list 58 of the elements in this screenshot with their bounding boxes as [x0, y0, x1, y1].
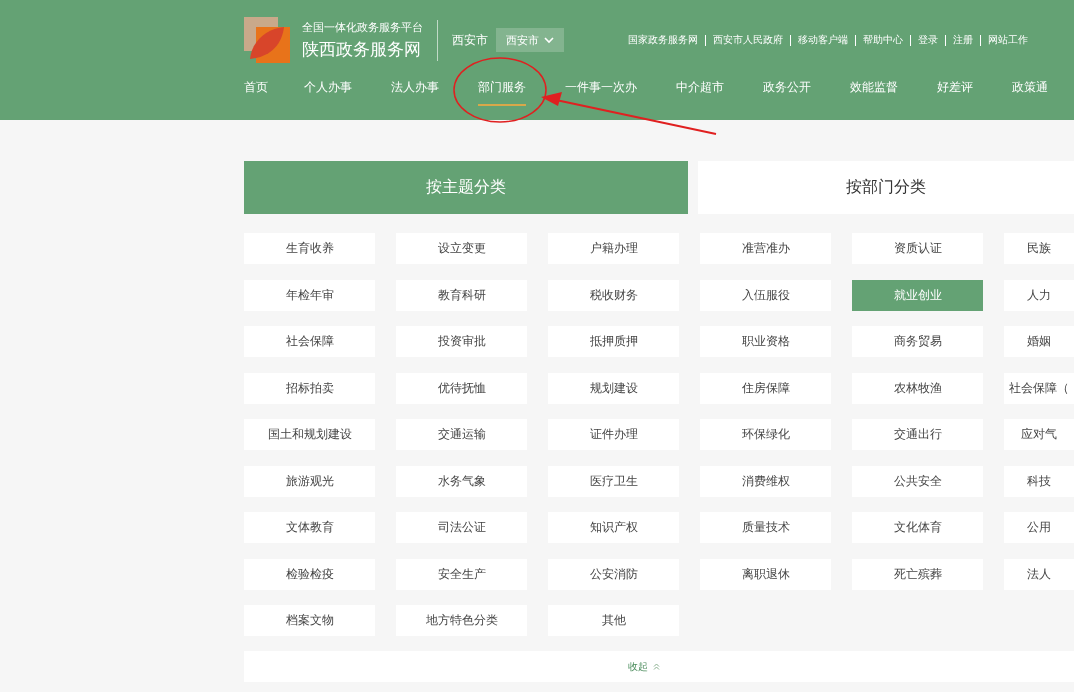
category-item[interactable]: 检验检疫: [244, 558, 375, 590]
category-item[interactable]: 质量技术: [700, 512, 831, 543]
category-item[interactable]: 水务气象: [396, 465, 527, 497]
category-item[interactable]: 婚姻: [1004, 326, 1074, 357]
category-item[interactable]: 住房保障: [700, 372, 831, 404]
site-name: 陕西政务服务网: [302, 37, 422, 61]
category-item[interactable]: 旅游观光: [244, 465, 375, 497]
collapse-button[interactable]: 收起: [622, 658, 666, 675]
category-item[interactable]: 其他: [548, 605, 679, 636]
category-item[interactable]: 司法公证: [396, 512, 527, 543]
category-item[interactable]: 职业资格: [700, 326, 831, 357]
category-item[interactable]: 生育收养: [244, 233, 375, 264]
category-item[interactable]: 年检年审: [244, 279, 375, 311]
city-label: 西安市: [452, 31, 488, 49]
logo-icon: [244, 17, 290, 63]
category-item[interactable]: 招标拍卖: [244, 372, 375, 404]
caret-icon: [544, 36, 554, 44]
category-item[interactable]: 地方特色分类: [396, 605, 527, 636]
category-item[interactable]: 档案文物: [244, 605, 375, 636]
category-item[interactable]: 公用: [1004, 512, 1074, 543]
category-item[interactable]: 科技: [1004, 465, 1074, 497]
category-tab[interactable]: 按部门分类: [698, 161, 1074, 214]
category-item[interactable]: 投资审批: [396, 326, 527, 357]
category-item[interactable]: 证件办理: [548, 419, 679, 450]
platform-name: 全国一体化政务服务平台: [302, 19, 423, 35]
category-item[interactable]: 社会保障（: [1004, 372, 1074, 404]
chevron-up-icon: [653, 663, 660, 670]
category-item[interactable]: 交通出行: [852, 419, 983, 450]
category-item[interactable]: 农林牧渔: [852, 372, 983, 404]
category-item[interactable]: 医疗卫生: [548, 465, 679, 497]
category-item[interactable]: 设立变更: [396, 233, 527, 264]
category-item[interactable]: 文化体育: [852, 512, 983, 543]
category-item[interactable]: 公安消防: [548, 558, 679, 590]
category-item[interactable]: 入伍服役: [700, 279, 831, 311]
category-item[interactable]: 交通运输: [396, 419, 527, 450]
category-item[interactable]: 抵押质押: [548, 326, 679, 357]
category-item[interactable]: 国土和规划建设: [244, 419, 375, 450]
category-item[interactable]: 安全生产: [396, 558, 527, 590]
category-item[interactable]: 规划建设: [548, 372, 679, 404]
category-item[interactable]: 准营准办: [700, 233, 831, 264]
category-item[interactable]: 社会保障: [244, 326, 375, 357]
category-item[interactable]: 环保绿化: [700, 419, 831, 450]
category-item[interactable]: 应对气: [1004, 419, 1074, 450]
category-item[interactable]: 死亡殡葬: [852, 558, 983, 590]
category-item[interactable]: 民族: [1004, 233, 1074, 264]
category-item[interactable]: 离职退休: [700, 558, 831, 590]
category-item[interactable]: 知识产权: [548, 512, 679, 543]
category-item[interactable]: 消费维权: [700, 465, 831, 497]
category-item[interactable]: 人力: [1004, 279, 1074, 311]
category-item[interactable]: 资质认证: [852, 233, 983, 264]
category-item[interactable]: 户籍办理: [548, 233, 679, 264]
category-item[interactable]: 优待抚恤: [396, 372, 527, 404]
category-item[interactable]: 商务贸易: [852, 326, 983, 357]
category-item[interactable]: 文体教育: [244, 512, 375, 543]
category-item[interactable]: 教育科研: [396, 279, 527, 311]
category-item[interactable]: 法人: [1004, 558, 1074, 590]
category-item[interactable]: 税收财务: [548, 279, 679, 311]
category-item[interactable]: 公共安全: [852, 465, 983, 497]
